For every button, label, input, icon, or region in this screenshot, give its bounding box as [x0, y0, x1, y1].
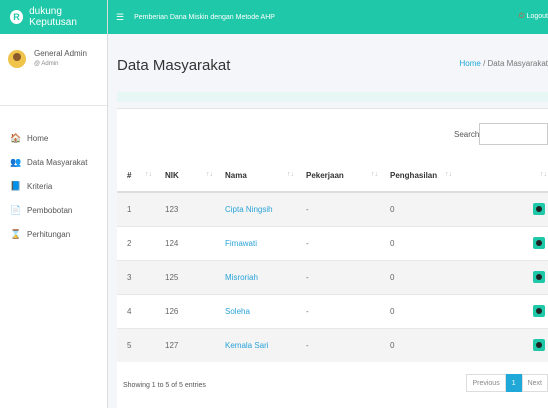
breadcrumb-home-link[interactable]: Home — [460, 59, 481, 68]
avatar — [8, 50, 26, 68]
table-row: 2 124 Fimawati - 0 — [117, 225, 548, 260]
view-detail-button[interactable] — [533, 339, 545, 352]
breadcrumb-current: Data Masyarakat — [487, 59, 548, 68]
sidebar-nav: 🏠 Home 👥 Data Masyarakat 📘 Kriteria 📄 Pe… — [0, 106, 107, 246]
view-detail-button[interactable] — [533, 203, 545, 216]
brand-logo-icon: R — [10, 10, 24, 24]
search-input[interactable] — [479, 123, 548, 145]
cell-pekerjaan: - — [286, 293, 370, 328]
table-row: 4 126 Soleha - 0 — [117, 293, 548, 328]
column-header-number[interactable]: # ↑↓ — [117, 159, 152, 193]
power-icon: ⏻ — [519, 13, 525, 20]
home-icon: 🏠 — [10, 132, 22, 143]
view-detail-button[interactable] — [533, 305, 545, 317]
table-row: 3 125 Misroriah - 0 — [117, 259, 548, 294]
column-header-action[interactable]: ↑↓ — [461, 159, 548, 193]
table-row: 5 127 Kemala Sari - 0 — [117, 327, 548, 362]
sidebar-item-label: Home — [27, 133, 49, 143]
column-header-nik[interactable]: NIK ↑↓ — [141, 159, 213, 193]
cell-penghasilan: 0 — [370, 327, 461, 362]
user-name: General Admin — [34, 49, 87, 58]
cell-nama-link[interactable]: Fimawati — [225, 239, 257, 248]
data-table: # ↑↓ NIK ↑↓ Nama ↑↓ Pekerjaan ↑↓ Penghasilan… — [117, 159, 548, 362]
column-header-nama[interactable]: Nama ↑↓ — [205, 159, 294, 193]
document-icon: 📄 — [10, 204, 22, 215]
page-header-strip — [117, 92, 548, 102]
sidebar-item-perhitungan[interactable]: ⌛ Perhitungan — [0, 222, 107, 246]
brand-name: dukung Keputusan — [29, 6, 77, 28]
eye-icon — [536, 342, 542, 349]
sidebar: R dukung Keputusan General Admin @ Admin… — [0, 0, 108, 408]
cell-pekerjaan: - — [286, 191, 370, 226]
cell-number: 4 — [117, 293, 141, 328]
cell-penghasilan: 0 — [370, 293, 461, 328]
breadcrumb-separator: / — [480, 59, 488, 68]
cell-number: 2 — [117, 225, 141, 260]
book-icon: 📘 — [10, 180, 22, 191]
menu-toggle-icon[interactable]: ☰ — [116, 12, 124, 23]
cell-nama-link[interactable]: Kemala Sari — [225, 341, 269, 350]
user-panel: General Admin @ Admin — [0, 34, 107, 106]
brand-bar[interactable]: R dukung Keputusan — [0, 0, 107, 34]
eye-icon — [536, 308, 542, 314]
eye-icon — [536, 206, 542, 213]
logout-label: Logout — [526, 13, 548, 20]
cell-number: 1 — [117, 191, 141, 226]
column-header-penghasilan[interactable]: Penghasilan ↑↓ — [370, 159, 461, 193]
breadcrumb: Home / Data Masyarakat — [460, 59, 548, 68]
cell-nama-link[interactable]: Soleha — [225, 307, 250, 316]
eye-icon — [536, 240, 542, 246]
cell-nik: 127 — [141, 327, 205, 362]
cell-pekerjaan: - — [286, 225, 370, 260]
sidebar-item-label: Data Masyarakat — [27, 157, 88, 167]
cell-nik: 123 — [141, 191, 205, 226]
eye-icon — [536, 274, 542, 280]
table-info: Showing 1 to 5 of 5 entries — [123, 382, 206, 389]
top-bar: ☰ Pemberian Dana Miskin dengan Metode AH… — [108, 0, 548, 34]
page-title: Data Masyarakat — [117, 57, 231, 74]
column-header-pekerjaan[interactable]: Pekerjaan ↑↓ — [286, 159, 378, 193]
view-detail-button[interactable] — [533, 237, 545, 249]
pagination: Previous 1 Next — [466, 374, 548, 392]
cell-nama-link[interactable]: Cipta Ningsih — [225, 205, 273, 214]
previous-page-button[interactable]: Previous — [466, 374, 506, 392]
user-role: @ Admin — [34, 61, 59, 67]
cell-nik: 124 — [141, 225, 205, 260]
table-row: 1 123 Cipta Ningsih - 0 — [117, 191, 548, 226]
cell-nik: 125 — [141, 259, 205, 294]
sidebar-item-label: Pembobotan — [27, 205, 73, 215]
users-icon: 👥 — [10, 156, 22, 167]
cell-number: 5 — [117, 327, 141, 362]
cell-number: 3 — [117, 259, 141, 294]
cell-penghasilan: 0 — [370, 191, 461, 226]
sidebar-item-home[interactable]: 🏠 Home — [0, 126, 107, 150]
logout-button[interactable]: ⏻ Logout — [519, 13, 548, 21]
sort-icon: ↑↓ — [540, 171, 547, 178]
app-title: Pemberian Dana Miskin dengan Metode AHP — [134, 13, 275, 21]
sidebar-item-label: Kriteria — [27, 181, 53, 191]
table-header-row: # ↑↓ NIK ↑↓ Nama ↑↓ Pekerjaan ↑↓ Penghasilan… — [117, 159, 548, 193]
cell-nama-link[interactable]: Misroriah — [225, 273, 258, 282]
cell-nik: 126 — [141, 293, 205, 328]
search-label: Search: — [454, 130, 482, 139]
cell-pekerjaan: - — [286, 327, 370, 362]
sidebar-item-pembobotan[interactable]: 📄 Pembobotan — [0, 198, 107, 222]
sidebar-item-label: Perhitungan — [27, 229, 71, 239]
next-page-button[interactable]: Next — [521, 374, 548, 392]
cell-penghasilan: 0 — [370, 225, 461, 260]
cell-penghasilan: 0 — [370, 259, 461, 294]
sidebar-item-kriteria[interactable]: 📘 Kriteria — [0, 174, 107, 198]
page-1-button[interactable]: 1 — [505, 374, 522, 392]
hourglass-icon: ⌛ — [10, 228, 22, 239]
cell-pekerjaan: - — [286, 259, 370, 294]
data-card: Search: # ↑↓ NIK ↑↓ Nama ↑↓ Pekerjaan ↑↓ Pen… — [117, 108, 548, 408]
view-detail-button[interactable] — [533, 271, 545, 283]
sidebar-item-data-masyarakat[interactable]: 👥 Data Masyarakat — [0, 150, 107, 174]
sort-icon: ↑↓ — [445, 171, 452, 178]
